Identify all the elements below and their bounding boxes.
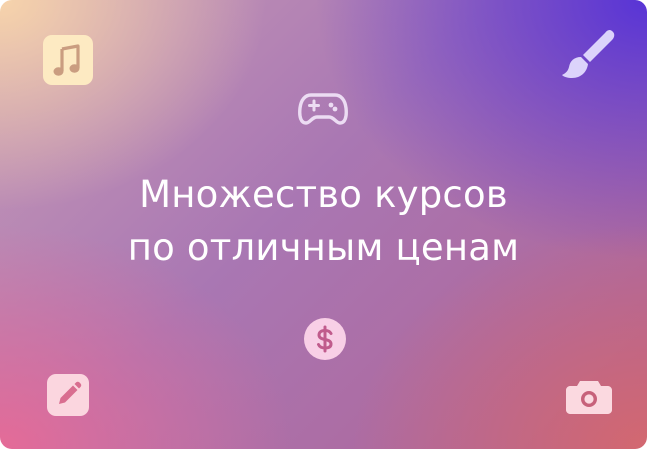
dollar-coin-icon xyxy=(304,318,346,360)
gamepad-icon xyxy=(298,91,348,127)
promo-headline: Множество курсов по отличным ценам xyxy=(0,168,647,274)
camera-icon xyxy=(566,379,612,415)
paintbrush-icon xyxy=(560,28,618,84)
music-note-icon xyxy=(43,35,93,85)
headline-line-1: Множество курсов xyxy=(139,173,508,216)
headline-line-2: по отличным ценам xyxy=(127,226,520,269)
pencil-icon xyxy=(47,374,89,416)
promo-banner: Множество курсов по отличным ценам xyxy=(0,0,647,449)
